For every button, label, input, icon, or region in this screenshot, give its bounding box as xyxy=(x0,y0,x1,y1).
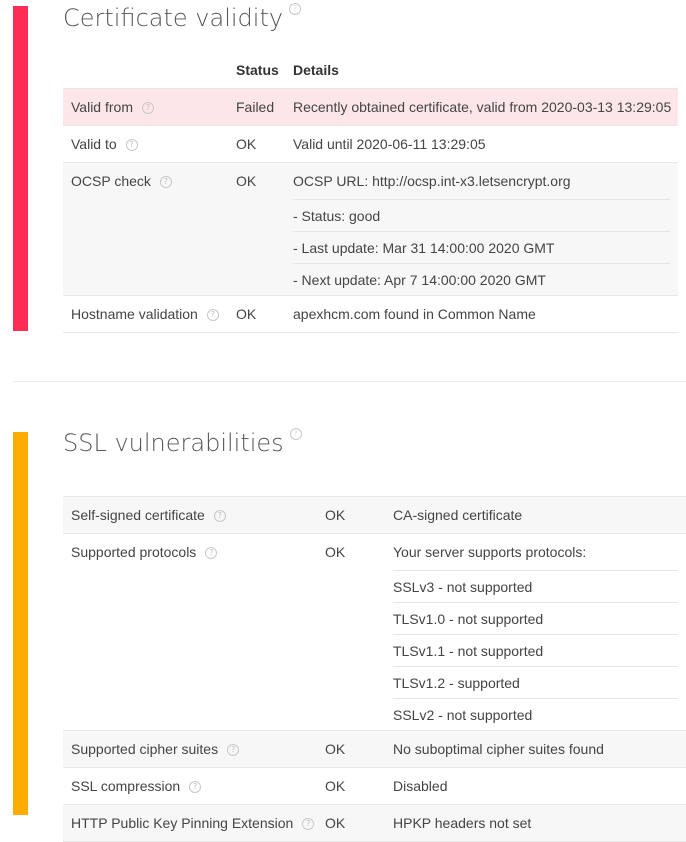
detail-line: Your server supports protocols: xyxy=(393,534,678,571)
help-icon[interactable]: ? xyxy=(205,547,218,560)
row-label: Supported cipher suites? xyxy=(63,731,317,768)
row-detail: Valid until 2020-06-11 13:29:05 xyxy=(285,126,678,163)
row-status: OK xyxy=(317,731,385,768)
detail-line: SSLv2 - not supported xyxy=(393,707,533,723)
row-status: OK xyxy=(228,126,285,163)
help-icon[interactable]: ? xyxy=(289,428,302,440)
row-status: OK xyxy=(228,163,285,296)
detail-line: - Last update: Mar 31 14:00:00 2020 GMT xyxy=(293,232,670,264)
section-accent-bar xyxy=(13,432,28,815)
section-title: SSL vulnerabilities? xyxy=(63,428,302,457)
detail-line: TLSv1.1 - not supported xyxy=(393,635,678,667)
row-detail: HPKP headers not set xyxy=(385,805,686,842)
help-icon[interactable]: ? xyxy=(159,176,172,189)
row-label: Valid from? xyxy=(63,89,228,126)
section-title-text: SSL vulnerabilities xyxy=(63,429,284,457)
row-detail: No suboptimal cipher suites found xyxy=(385,731,686,768)
certificate-table: Status Details Valid from? Failed Recent… xyxy=(63,52,678,333)
row-detail: Disabled xyxy=(385,768,686,805)
help-icon[interactable]: ? xyxy=(189,781,202,794)
row-status: OK xyxy=(228,296,285,333)
section-title-text: Certificate validity xyxy=(63,4,284,32)
row-label: HTTP Public Key Pinning Extension? xyxy=(63,805,317,842)
section-divider xyxy=(13,381,686,382)
row-label: Valid to? xyxy=(63,126,228,163)
help-icon[interactable]: ? xyxy=(213,510,226,523)
detail-line: OCSP URL: http://ocsp.int-x3.letsencrypt… xyxy=(293,163,670,200)
help-icon[interactable]: ? xyxy=(125,139,138,152)
row-status: OK xyxy=(317,768,385,805)
row-label: SSL compression? xyxy=(63,768,317,805)
section-accent-bar xyxy=(13,6,28,331)
row-label: Hostname validation? xyxy=(63,296,228,333)
row-detail: Recently obtained certificate, valid fro… xyxy=(285,89,678,126)
detail-line: - Status: good xyxy=(293,200,670,232)
row-label: Self-signed certificate? xyxy=(63,497,317,534)
row-label: OCSP check? xyxy=(63,163,228,296)
help-icon[interactable]: ? xyxy=(141,102,154,115)
ssl-table: Self-signed certificate? OK CA-signed ce… xyxy=(63,496,686,842)
detail-line: SSLv3 - not supported xyxy=(393,571,678,603)
detail-line: TLSv1.2 - supported xyxy=(393,667,678,699)
section-title: Certificate validity? xyxy=(63,3,302,32)
header-details: Details xyxy=(285,52,678,89)
row-label: Supported protocols? xyxy=(63,534,317,731)
detail-line: - Next update: Apr 7 14:00:00 2020 GMT xyxy=(293,272,546,288)
help-icon[interactable]: ? xyxy=(227,744,240,757)
row-status: OK xyxy=(317,805,385,842)
help-icon[interactable]: ? xyxy=(206,309,219,322)
detail-line: TLSv1.0 - not supported xyxy=(393,603,678,635)
header-empty xyxy=(63,52,228,89)
header-status: Status xyxy=(228,52,285,89)
row-detail: OCSP URL: http://ocsp.int-x3.letsencrypt… xyxy=(285,163,678,296)
row-detail: Your server supports protocols: SSLv3 - … xyxy=(385,534,686,731)
help-icon[interactable]: ? xyxy=(289,3,302,15)
row-detail: apexhcm.com found in Common Name xyxy=(285,296,678,333)
row-status: Failed xyxy=(228,89,285,126)
row-status: OK xyxy=(317,534,385,731)
row-status: OK xyxy=(317,497,385,534)
help-icon[interactable]: ? xyxy=(302,818,315,831)
row-detail: CA-signed certificate xyxy=(385,497,686,534)
